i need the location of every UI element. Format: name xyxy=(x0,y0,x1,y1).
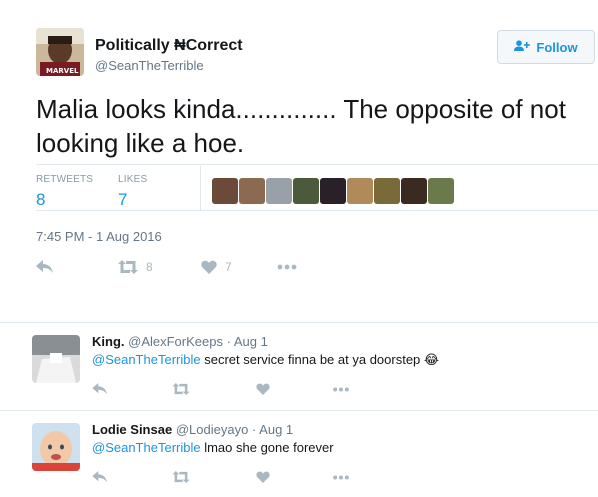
liker-avatar[interactable] xyxy=(428,178,454,204)
like-count: 7 xyxy=(225,260,232,274)
reply-avatar[interactable] xyxy=(32,335,80,383)
likes-label: LIKES xyxy=(118,174,148,185)
retweet-icon xyxy=(118,260,138,274)
reply-screen-name[interactable]: @Lodieyayo xyxy=(176,422,248,437)
heart-icon xyxy=(256,471,270,483)
tweet-timestamp[interactable]: 7:45 PM - 1 Aug 2016 xyxy=(36,229,162,244)
follow-label: Follow xyxy=(536,39,578,55)
retweet-count: 8 xyxy=(146,260,153,274)
reply-icon xyxy=(92,383,108,395)
retweet-action[interactable]: 8 xyxy=(118,260,153,274)
liker-avatar[interactable] xyxy=(293,178,319,204)
retweet-action[interactable] xyxy=(172,471,190,483)
heart-icon xyxy=(201,260,217,274)
reply-text: @SeanTheTerrible lmao she gone forever xyxy=(92,440,334,455)
reply-display-name[interactable]: Lodie Sinsae xyxy=(92,422,172,437)
author-screen-name[interactable]: @SeanTheTerrible xyxy=(95,58,204,73)
liker-avatar[interactable] xyxy=(320,178,346,204)
more-icon xyxy=(277,264,297,270)
laughing-emoji: 😂 xyxy=(423,352,440,367)
reply-icon xyxy=(92,471,108,483)
liker-avatar[interactable] xyxy=(212,178,238,204)
retweets-count: 8 xyxy=(36,190,46,209)
reply-tweet[interactable]: Lodie Sinsae @Lodieyayo · Aug 1 @SeanThe… xyxy=(0,411,598,497)
svg-text:MARVEL: MARVEL xyxy=(46,67,79,75)
reply-action[interactable] xyxy=(36,260,54,274)
stats-divider-bottom xyxy=(36,210,598,211)
reply-date[interactable]: Aug 1 xyxy=(234,334,268,349)
reply-body: lmao she gone forever xyxy=(204,440,334,455)
stats-divider-top xyxy=(36,164,598,165)
reply-action[interactable] xyxy=(92,471,108,483)
reply-mention[interactable]: @SeanTheTerrible xyxy=(92,352,201,367)
liker-avatar[interactable] xyxy=(374,178,400,204)
main-tweet: MARVEL Politically ₦Correct @SeanTheTerr… xyxy=(0,0,598,310)
liker-avatar[interactable] xyxy=(401,178,427,204)
likes-stat[interactable]: LIKES 7 xyxy=(118,174,147,210)
follow-button[interactable]: Follow xyxy=(497,30,595,64)
liker-avatar[interactable] xyxy=(239,178,265,204)
reply-dot: · xyxy=(226,334,231,349)
more-action[interactable] xyxy=(332,475,350,480)
tweet-text: Malia looks kinda.............. The oppo… xyxy=(36,94,566,158)
retweet-action[interactable] xyxy=(172,383,190,395)
author-avatar[interactable]: MARVEL xyxy=(36,28,84,76)
reply-body: secret service finna be at ya doorstep xyxy=(204,352,421,367)
reply-avatar[interactable] xyxy=(32,423,80,471)
reply-display-name[interactable]: King. xyxy=(92,334,125,349)
reply-action[interactable] xyxy=(92,383,108,395)
reply-icon xyxy=(36,260,54,274)
reply-header: Lodie Sinsae @Lodieyayo · Aug 1 xyxy=(92,422,293,437)
reply-header: King. @AlexForKeeps · Aug 1 xyxy=(92,334,268,349)
more-icon xyxy=(332,475,350,480)
reply-text: @SeanTheTerrible secret service finna be… xyxy=(92,352,439,368)
retweets-stat[interactable]: RETWEETS 8 xyxy=(36,174,93,210)
reply-tweet[interactable]: King. @AlexForKeeps · Aug 1 @SeanTheTerr… xyxy=(0,323,598,413)
author-display-name[interactable]: Politically ₦Correct xyxy=(95,37,243,55)
like-action[interactable] xyxy=(256,383,270,395)
reply-date[interactable]: Aug 1 xyxy=(259,422,293,437)
reply-screen-name[interactable]: @AlexForKeeps xyxy=(128,334,223,349)
retweet-icon xyxy=(172,383,190,395)
liker-avatar[interactable] xyxy=(266,178,292,204)
reply-dot: · xyxy=(251,422,257,437)
likes-count: 7 xyxy=(118,190,128,209)
retweets-label: RETWEETS xyxy=(36,174,94,185)
add-user-icon xyxy=(514,39,531,55)
liker-avatars xyxy=(212,178,454,204)
like-action[interactable] xyxy=(256,471,270,483)
liker-avatar[interactable] xyxy=(347,178,373,204)
more-icon xyxy=(332,387,350,392)
retweet-icon xyxy=(172,471,190,483)
like-action[interactable]: 7 xyxy=(201,260,232,274)
reply-mention[interactable]: @SeanTheTerrible xyxy=(92,440,201,455)
stats-divider-vertical xyxy=(200,166,201,210)
more-action[interactable] xyxy=(277,264,297,270)
heart-icon xyxy=(256,383,270,395)
more-action[interactable] xyxy=(332,387,350,392)
